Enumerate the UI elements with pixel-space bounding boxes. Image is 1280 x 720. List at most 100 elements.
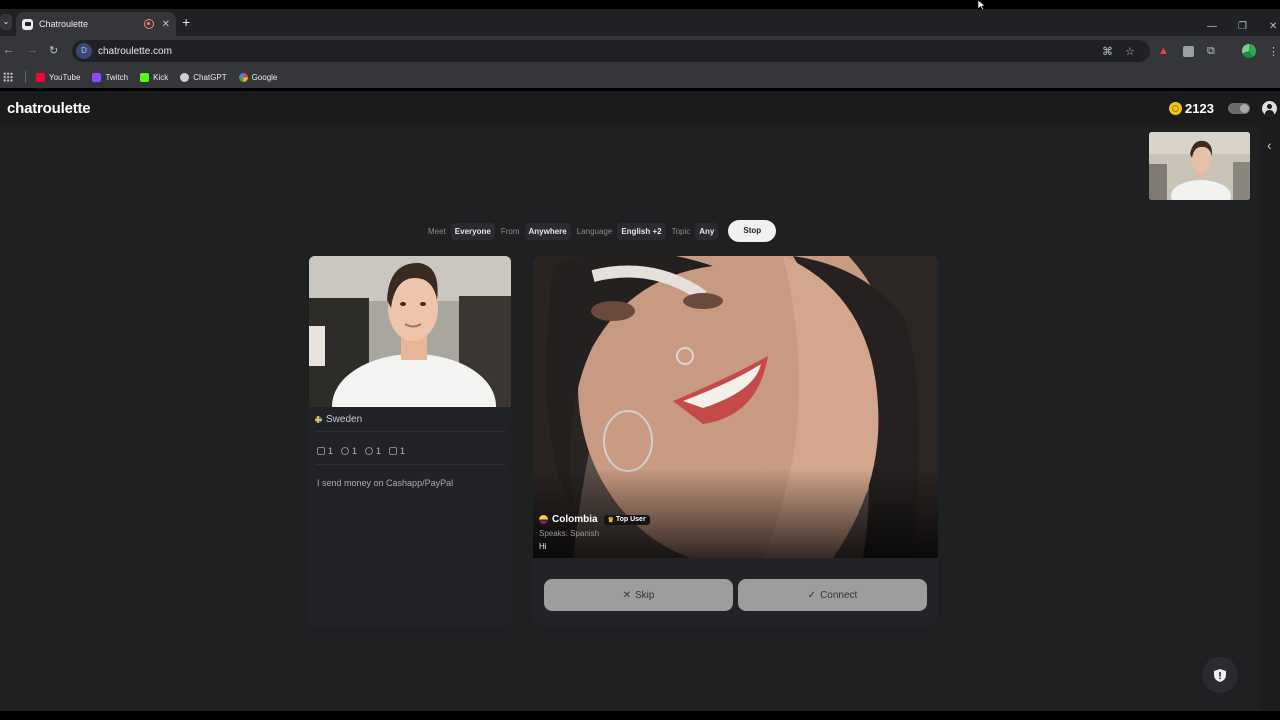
connect-label: Connect xyxy=(820,589,858,601)
stat-icon xyxy=(341,447,350,455)
recording-indicator-icon xyxy=(143,19,154,29)
browser-menu-icon[interactable]: ⋮ xyxy=(1268,45,1279,58)
stat-item: 1 xyxy=(341,446,357,456)
screen-top-bar xyxy=(0,0,1280,9)
minimize-window-icon[interactable]: — xyxy=(1207,21,1217,32)
account-icon[interactable] xyxy=(1262,101,1277,116)
tab-title: Chatroulette xyxy=(39,19,89,29)
tab-close-icon[interactable]: ✕ xyxy=(162,19,170,30)
profile-country: Sweden xyxy=(326,414,363,425)
self-camera-preview[interactable] xyxy=(1149,132,1250,200)
stat-value: 1 xyxy=(400,446,406,456)
from-filter[interactable]: Anywhere xyxy=(524,222,571,240)
twitch-icon xyxy=(92,72,102,82)
browser-tab-strip: ⌄ Chatroulette ✕ + — ❐ ✕ xyxy=(0,9,1280,36)
bookmark-label: Kick xyxy=(153,72,169,82)
chevron-left-icon[interactable]: ‹ xyxy=(1267,137,1272,153)
new-tab-button[interactable]: + xyxy=(182,14,190,30)
coin-balance[interactable]: 2123 xyxy=(1169,101,1214,116)
connect-button[interactable]: ✓ Connect xyxy=(738,579,927,611)
profile-photo xyxy=(309,256,511,407)
close-icon: ✕ xyxy=(622,589,631,601)
bookmark-label: Twitch xyxy=(105,72,129,82)
toggle-knob xyxy=(1240,104,1249,113)
translate-icon[interactable]: ⌘ xyxy=(1102,45,1113,58)
chatroulette-favicon-icon xyxy=(22,18,33,30)
profile-bio: I send money on Cashapp/PayPal xyxy=(317,478,454,488)
browser-tab-chatroulette[interactable]: Chatroulette ✕ xyxy=(16,12,176,36)
stranger-country: Colombia xyxy=(552,514,598,525)
check-icon: ✓ xyxy=(807,589,817,601)
bookmark-chatgpt[interactable]: ChatGPT xyxy=(180,72,227,82)
kick-icon xyxy=(140,72,150,82)
safety-shield-button[interactable] xyxy=(1202,657,1238,693)
chatroulette-app: chatroulette 2123 ‹ Meet Everyone From A… xyxy=(0,91,1280,711)
bookmarks-bar: YouTube Twitch Kick ChatGPT Google xyxy=(0,66,1280,88)
top-user-badge: ♛ Top User xyxy=(603,514,650,525)
app-header: chatroulette 2123 xyxy=(0,91,1280,127)
address-bar[interactable]: D chatroulette.com xyxy=(72,40,1150,62)
self-camera-image xyxy=(1149,132,1250,200)
chatroulette-logo[interactable]: chatroulette xyxy=(7,100,91,117)
back-arrow-icon[interactable]: ← xyxy=(3,44,14,56)
profile-divider xyxy=(315,431,505,432)
shield-icon xyxy=(1214,668,1226,682)
meet-label: Meet xyxy=(428,226,446,236)
coin-icon xyxy=(1169,102,1182,115)
coin-count: 2123 xyxy=(1185,101,1214,116)
topic-label: Topic xyxy=(671,226,691,236)
address-text[interactable]: chatroulette.com xyxy=(98,46,172,57)
apps-grid-icon[interactable] xyxy=(3,72,13,82)
close-window-icon[interactable]: ✕ xyxy=(1269,21,1277,32)
forward-arrow-icon[interactable]: → xyxy=(27,44,38,56)
site-info-icon[interactable]: D xyxy=(76,43,92,59)
colombia-flag-icon xyxy=(539,515,548,524)
stranger-info: Colombia ♛ Top User Speaks: Spanish Hi xyxy=(539,514,650,551)
stat-item: 1 xyxy=(389,446,405,456)
google-icon xyxy=(238,72,248,82)
stat-icon xyxy=(317,447,325,455)
stat-value: 1 xyxy=(376,446,382,456)
profile-divider xyxy=(315,464,505,465)
stat-icon xyxy=(389,447,398,455)
language-filter[interactable]: English +2 xyxy=(617,222,666,240)
filter-bar: Meet Everyone From Anywhere Language Eng… xyxy=(428,219,777,243)
profile-avatar-icon[interactable] xyxy=(1242,44,1256,58)
bookmarks-separator xyxy=(25,71,26,83)
bookmark-google[interactable]: Google xyxy=(238,72,278,82)
stop-button[interactable]: Stop xyxy=(728,220,777,242)
bookmark-twitch[interactable]: Twitch xyxy=(92,72,129,82)
topic-filter[interactable]: Any xyxy=(695,222,719,240)
mode-toggle[interactable] xyxy=(1228,103,1250,114)
stat-value: 1 xyxy=(328,446,334,456)
extensions-puzzle-icon[interactable]: ⧉ xyxy=(1207,45,1215,58)
screen-bottom-bar xyxy=(0,711,1280,720)
badge-label: Top User xyxy=(615,516,646,523)
restore-window-icon[interactable]: ❐ xyxy=(1238,21,1247,32)
chatgpt-icon xyxy=(180,72,190,82)
stat-value: 1 xyxy=(352,446,358,456)
bookmark-youtube[interactable]: YouTube xyxy=(36,72,80,82)
browser-toolbar: ← → ↻ D chatroulette.com ⌘ ☆ ⧉ ⋮ xyxy=(0,36,1280,66)
bookmark-kick[interactable]: Kick xyxy=(140,72,169,82)
bookmark-label: Google xyxy=(251,72,278,82)
sweden-flag-icon xyxy=(315,416,322,423)
tab-search-chevron-icon[interactable]: ⌄ xyxy=(0,14,12,30)
meet-filter[interactable]: Everyone xyxy=(450,222,495,240)
stat-item: 1 xyxy=(317,446,333,456)
extension-flame-icon[interactable]: ▲ xyxy=(1158,45,1170,57)
bookmark-star-icon[interactable]: ☆ xyxy=(1125,45,1135,58)
reload-icon[interactable]: ↻ xyxy=(49,44,58,57)
skip-button[interactable]: ✕ Skip xyxy=(544,579,733,611)
youtube-icon xyxy=(36,72,45,82)
stranger-location: Colombia ♛ Top User xyxy=(539,514,650,525)
bookmark-label: ChatGPT xyxy=(193,72,227,82)
stat-icon xyxy=(365,447,374,455)
language-label: Language xyxy=(576,226,613,236)
extension-square-icon[interactable] xyxy=(1183,46,1194,57)
profile-stats: 1 1 1 1 xyxy=(317,446,413,456)
side-panel-rail xyxy=(1260,127,1280,711)
stranger-video xyxy=(533,256,938,558)
profile-location: Sweden xyxy=(315,414,362,425)
from-label: From xyxy=(500,226,520,236)
